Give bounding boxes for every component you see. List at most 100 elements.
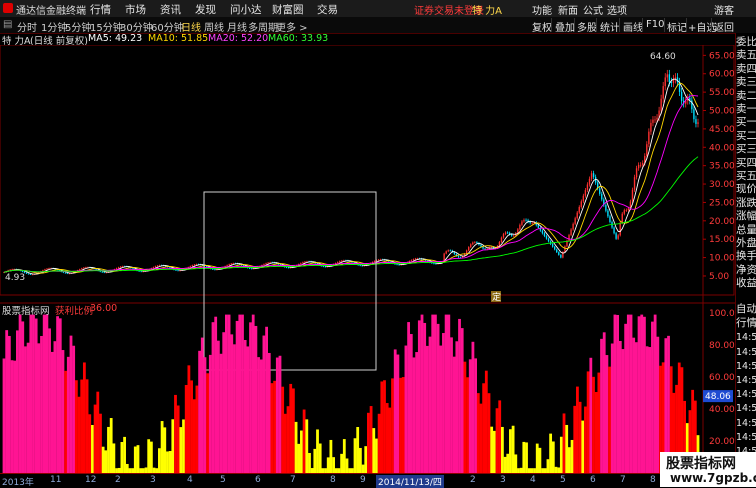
profit-bar	[444, 314, 448, 473]
candle-body	[650, 122, 652, 132]
indicator-panel[interactable]: 100.0 80.00 60.00 40.00 20.00 48.06	[2, 309, 735, 473]
profit-bar	[605, 355, 609, 473]
menu-item-news[interactable]: 资讯	[160, 2, 181, 17]
profit-bar	[243, 339, 247, 473]
profit-bar	[168, 451, 172, 473]
profit-bar	[211, 322, 215, 473]
profit-bar	[294, 421, 298, 473]
menu-item-discover[interactable]: 发现	[195, 2, 216, 17]
period-more[interactable]: 更多 >	[276, 19, 308, 34]
date-axis-label: 2	[470, 475, 476, 485]
menu-function[interactable]: 功能	[532, 2, 552, 17]
tick-time-label: 自动	[736, 303, 756, 315]
back-button[interactable]: 返回	[714, 19, 734, 34]
multi-stock-button[interactable]: 多股	[577, 19, 597, 34]
candle-body	[613, 227, 615, 234]
profit-bar	[538, 447, 542, 473]
period-30min[interactable]: 30分钟	[120, 19, 153, 34]
profit-bar	[514, 454, 518, 473]
divider	[686, 18, 687, 32]
candle-body	[572, 223, 574, 230]
menu-item-market[interactable]: 市场	[125, 2, 146, 17]
statistics-button[interactable]: 统计	[600, 19, 620, 34]
profit-bar	[18, 314, 22, 473]
profit-bar	[535, 443, 539, 473]
period-15min[interactable]: 15分钟	[90, 19, 123, 34]
price-axis-label: 15.00	[709, 235, 735, 245]
menu-item-quotes[interactable]: 行情	[90, 2, 111, 17]
guest-user[interactable]: 游客	[714, 2, 734, 17]
mark-button[interactable]: 标记	[667, 19, 687, 34]
profit-bar	[158, 448, 161, 473]
profit-bar	[286, 406, 290, 473]
profit-bar	[576, 386, 579, 473]
date-axis-label: 2	[115, 475, 121, 485]
quote-field-label: 买五	[736, 170, 756, 182]
menu-item-ask[interactable]: 问小达	[230, 2, 262, 17]
period-monthly[interactable]: 月线	[227, 19, 247, 34]
date-axis-label: 8	[650, 475, 656, 485]
profit-bar	[216, 340, 220, 473]
candle-body	[398, 264, 400, 266]
profit-bar	[417, 320, 421, 473]
date-axis-label: 2014/11/13/四	[376, 475, 444, 488]
candle-body	[662, 86, 664, 99]
candle-body	[265, 263, 267, 265]
menu-formula[interactable]: 公式	[583, 2, 603, 17]
profit-bar	[455, 341, 459, 473]
period-5min[interactable]: 5分钟	[65, 19, 91, 34]
candle-body	[68, 273, 71, 275]
quote-field-label: 换手	[736, 250, 756, 263]
profit-bar	[227, 314, 231, 473]
profit-bar	[565, 424, 569, 473]
quote-field-label: 卖四	[736, 62, 756, 75]
date-axis-label: 7	[620, 475, 626, 485]
f10-button[interactable]: F10	[646, 19, 664, 30]
restore-right-button[interactable]: 复权	[532, 19, 552, 34]
profit-bar	[302, 409, 306, 473]
period-multi[interactable]: 多周期	[248, 19, 278, 34]
period-tick[interactable]: 分时	[17, 19, 37, 34]
profit-bar	[610, 343, 614, 473]
overlay-button[interactable]: 叠加	[555, 19, 575, 34]
profit-bar	[107, 426, 110, 473]
chart-area[interactable]: 65.00 60.00 55.00 50.00 45.00 40.00 35.00 30.00…	[0, 45, 735, 473]
add-watchlist-button[interactable]: +自选	[688, 19, 716, 34]
profit-bar	[225, 314, 228, 473]
candle-body	[556, 249, 558, 253]
menu-item-wealth[interactable]: 财富圈	[272, 2, 304, 17]
candle-body	[560, 254, 562, 258]
profit-bar	[112, 443, 116, 473]
candle-body	[693, 109, 695, 120]
candle-body	[433, 263, 435, 265]
profit-bar	[570, 439, 574, 473]
indicator-axis-label: 100.0	[709, 309, 735, 319]
candle-body	[648, 131, 650, 145]
period-weekly[interactable]: 周线	[204, 19, 224, 34]
period-1min[interactable]: 1分钟	[41, 19, 67, 34]
candle-body	[609, 216, 611, 222]
tick-time-label: 14:50	[736, 417, 756, 429]
candle-body	[46, 268, 48, 270]
menu-options[interactable]: 选项	[607, 2, 627, 17]
candle-body	[543, 233, 546, 236]
profit-bar	[367, 412, 370, 473]
candle-body	[599, 188, 601, 194]
profit-bar	[476, 393, 480, 473]
candle-body	[373, 261, 376, 263]
period-daily[interactable]: 日线	[181, 19, 201, 34]
menu-item-trade[interactable]: 交易	[317, 2, 338, 17]
menu-new-page[interactable]: 新面	[558, 2, 578, 17]
candle-body	[263, 264, 265, 266]
profit-bar	[562, 413, 566, 473]
draw-line-button[interactable]: 画线	[623, 19, 643, 34]
profit-bar	[93, 404, 97, 473]
candle-body	[359, 265, 361, 266]
period-60min[interactable]: 60分钟	[151, 19, 184, 34]
candle-body	[537, 225, 540, 228]
menu-toggle-icon[interactable]: ▤	[3, 19, 12, 30]
candle-body	[513, 235, 515, 237]
divider	[619, 18, 620, 32]
tick-time-label: 14:50	[736, 431, 756, 443]
profit-bar	[48, 328, 51, 473]
